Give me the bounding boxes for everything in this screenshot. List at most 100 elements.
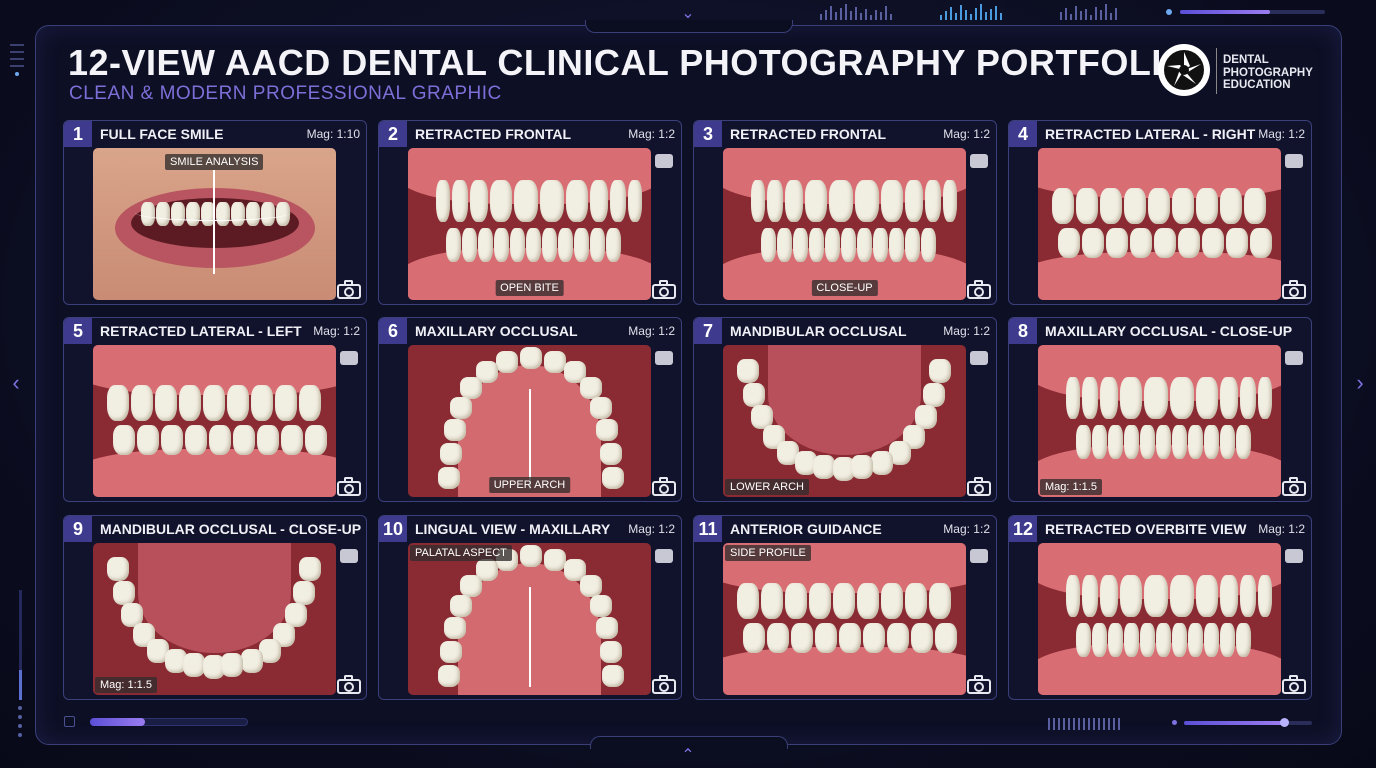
camera-icon[interactable] <box>651 476 677 496</box>
upper-tooth <box>1148 188 1170 224</box>
card-title: RETRACTED LATERAL - RIGHT <box>1045 126 1256 142</box>
chevron-up-icon[interactable]: ⌃ <box>678 748 698 764</box>
bottom-left-checkbox[interactable] <box>64 716 75 727</box>
brand-line-1: DENTAL <box>1223 54 1269 66</box>
lower-tooth <box>590 228 605 262</box>
photo-card-10[interactable]: 10 LINGUAL VIEW - MAXILLARY Mag: 1:2 PALATA… <box>378 515 682 700</box>
camera-lens <box>344 484 354 494</box>
lower-tooth <box>839 623 861 653</box>
photo-card-8[interactable]: 8 MAXILLARY OCCLUSAL - CLOSE-UP Mag: 1:1.5 <box>1008 317 1312 502</box>
clinical-photo[interactable]: LOWER ARCH <box>723 345 966 497</box>
upper-tooth <box>1052 188 1074 224</box>
upper-tooth <box>1170 575 1194 617</box>
photo-card-12[interactable]: 12 RETRACTED OVERBITE VIEW Mag: 1:2 <box>1008 515 1312 700</box>
bottom-right-knob[interactable] <box>1279 718 1289 727</box>
lower-tooth <box>209 425 231 455</box>
camera-small-icon[interactable] <box>655 351 673 365</box>
camera-lens <box>659 287 669 297</box>
annotation-tag: Mag: 1:1.5 <box>1040 479 1102 495</box>
arch-tooth <box>923 383 945 407</box>
camera-small-icon[interactable] <box>340 351 358 365</box>
photo-card-4[interactable]: 4 RETRACTED LATERAL - RIGHT Mag: 1:2 <box>1008 120 1312 305</box>
clinical-photo[interactable]: CLOSE-UP <box>723 148 966 300</box>
camera-small-icon[interactable] <box>655 549 673 563</box>
camera-icon[interactable] <box>336 279 362 299</box>
arch-tooth <box>602 467 624 489</box>
lower-tooth <box>1108 425 1123 459</box>
lower-tooth <box>1092 623 1107 657</box>
clinical-photo[interactable]: Mag: 1:1.5 <box>1038 345 1281 497</box>
lower-tooth <box>281 425 303 455</box>
arch-tooth <box>596 617 618 639</box>
camera-icon[interactable] <box>1281 279 1307 299</box>
upper-tooth <box>1258 575 1272 617</box>
photo-card-6[interactable]: 6 MAXILLARY OCCLUSAL Mag: 1:2 UPPER ARCH <box>378 317 682 502</box>
photo-card-3[interactable]: 3 RETRACTED FRONTAL Mag: 1:2 CLOSE-UP <box>693 120 997 305</box>
upper-tooth <box>1100 377 1118 419</box>
card-title: MANDIBULAR OCCLUSAL <box>730 323 907 339</box>
upper-tooth <box>1100 188 1122 224</box>
card-number-badge: 5 <box>64 318 92 344</box>
chevron-down-icon[interactable]: ⌄ <box>678 6 698 22</box>
photo-card-1[interactable]: 1 FULL FACE SMILE Mag: 1:10 SMILE ANALYSIS <box>63 120 367 305</box>
camera-icon[interactable] <box>336 476 362 496</box>
card-title: RETRACTED FRONTAL <box>730 126 887 142</box>
photo-card-7[interactable]: 7 MANDIBULAR OCCLUSAL Mag: 1:2 LOWER ARCH <box>693 317 997 502</box>
camera-icon[interactable] <box>336 674 362 694</box>
upper-tooth <box>179 385 201 421</box>
photo-card-11[interactable]: 11 ANTERIOR GUIDANCE Mag: 1:2 SIDE PROFILE <box>693 515 997 700</box>
upper-tooth <box>1124 188 1146 224</box>
arch-tooth <box>496 351 518 373</box>
camera-lens <box>659 682 669 692</box>
arch-tooth <box>221 653 243 677</box>
magnification-label: Mag: 1:2 <box>943 324 990 338</box>
camera-icon[interactable] <box>651 279 677 299</box>
chevron-left-icon[interactable]: ‹ <box>6 372 26 394</box>
clinical-photo[interactable]: PALATAL ASPECT <box>408 543 651 695</box>
camera-icon[interactable] <box>966 674 992 694</box>
lower-tooth <box>767 623 789 653</box>
clinical-photo[interactable]: UPPER ARCH <box>408 345 651 497</box>
clinical-photo[interactable]: SIDE PROFILE <box>723 543 966 695</box>
tongue <box>138 543 291 653</box>
photo-card-9[interactable]: 9 MANDIBULAR OCCLUSAL - CLOSE-UP Mag: 1:1.… <box>63 515 367 700</box>
lower-tooth <box>161 425 183 455</box>
clinical-photo[interactable] <box>93 345 336 497</box>
clinical-photo[interactable] <box>1038 543 1281 695</box>
camera-small-icon[interactable] <box>970 154 988 168</box>
camera-small-icon[interactable] <box>655 154 673 168</box>
camera-small-icon[interactable] <box>1285 549 1303 563</box>
lower-tooth <box>1188 425 1203 459</box>
upper-tooth <box>490 180 512 222</box>
card-title: MAXILLARY OCCLUSAL <box>415 323 578 339</box>
camera-small-icon[interactable] <box>970 549 988 563</box>
arch-tooth <box>602 665 624 687</box>
brand-text: DENTAL PHOTOGRAPHY EDUCATION <box>1223 54 1313 92</box>
camera-icon[interactable] <box>1281 476 1307 496</box>
camera-lens <box>1289 682 1299 692</box>
photo-card-2[interactable]: 2 RETRACTED FRONTAL Mag: 1:2 OPEN BITE <box>378 120 682 305</box>
camera-icon[interactable] <box>966 279 992 299</box>
card-number-badge: 4 <box>1009 121 1037 147</box>
arch-tooth <box>813 455 835 479</box>
arch-tooth <box>440 443 462 465</box>
magnification-label: Mag: 1:2 <box>628 324 675 338</box>
camera-small-icon[interactable] <box>1285 154 1303 168</box>
camera-small-icon[interactable] <box>1285 351 1303 365</box>
camera-icon[interactable] <box>966 476 992 496</box>
camera-icon[interactable] <box>651 674 677 694</box>
lower-gum <box>93 449 336 497</box>
camera-icon[interactable] <box>1281 674 1307 694</box>
clinical-photo[interactable]: Mag: 1:1.5 <box>93 543 336 695</box>
camera-small-icon[interactable] <box>970 351 988 365</box>
chevron-right-icon[interactable]: › <box>1350 372 1370 394</box>
photo-card-5[interactable]: 5 RETRACTED LATERAL - LEFT Mag: 1:2 <box>63 317 367 502</box>
arch-tooth <box>183 653 205 677</box>
clinical-photo[interactable] <box>1038 148 1281 300</box>
clinical-photo[interactable]: OPEN BITE <box>408 148 651 300</box>
lower-tooth <box>809 228 824 262</box>
card-title: RETRACTED OVERBITE VIEW <box>1045 521 1247 537</box>
clinical-photo[interactable]: SMILE ANALYSIS <box>93 148 336 300</box>
lower-tooth <box>606 228 621 262</box>
camera-small-icon[interactable] <box>340 549 358 563</box>
